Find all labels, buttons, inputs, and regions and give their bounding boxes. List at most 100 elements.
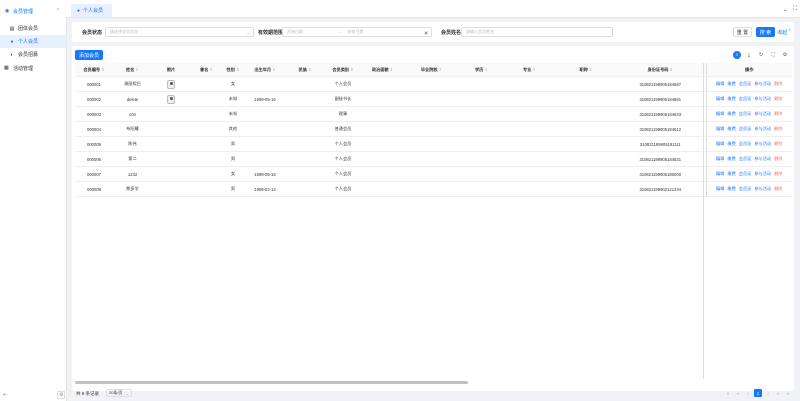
member-card-action-link[interactable]: 会员证 [739,126,752,131]
delete-action-link[interactable]: 删除 [774,186,782,191]
search-button[interactable]: 搜 索 [756,27,775,37]
fullscreen-icon[interactable]: ⛶ [769,51,777,59]
add-member-button[interactable]: 添加会员 [75,50,103,60]
sort-icon[interactable]: ⇕ [308,67,312,72]
join-activity-action-link[interactable]: 参与活动 [754,96,771,101]
column-header[interactable]: 专业⇕ [502,63,557,77]
join-activity-action-link[interactable]: 参与活动 [754,171,771,176]
sidebar-menu-activity-management[interactable]: ▦ 活动管理 [0,61,66,75]
status-select[interactable]: 请选择会员状态 ⌄ [105,27,254,37]
delete-action-link[interactable]: 删除 [774,171,782,176]
delete-action-link[interactable]: 删除 [774,96,782,101]
name-input[interactable]: 请输入会员姓名 [461,27,613,37]
sort-icon[interactable]: ⇕ [209,67,213,72]
sort-icon[interactable]: ⇕ [350,67,354,72]
sort-icon[interactable]: ⇕ [101,67,105,72]
sort-icon[interactable]: ⇕ [135,67,139,72]
edit-action-link[interactable]: 编辑 [716,96,724,101]
sidebar-item-group-member[interactable]: ▤ 团体会员 [0,22,66,35]
horizontal-scrollbar[interactable] [75,381,468,384]
fullscreen-icon[interactable]: ⛶ [790,4,800,14]
sort-icon[interactable]: ⇕ [484,67,488,72]
next-group-icon[interactable]: ›› [774,389,782,397]
collapse-button[interactable]: 收起 ⌃ [777,27,792,37]
column-header-label: 照片 [166,66,176,72]
prev-group-icon[interactable]: ‹‹ [734,389,742,397]
column-header[interactable]: 政治面貌⇕ [363,63,402,77]
join-activity-action-link[interactable]: 参与活动 [754,81,771,86]
pay-action-link[interactable]: 缴费 [727,96,735,101]
pay-action-link[interactable]: 缴费 [727,126,735,131]
sort-icon[interactable]: ⇕ [669,67,673,72]
page-current[interactable]: 1 [754,389,762,397]
settings-icon[interactable]: ⚙ [57,391,66,399]
delete-action-link[interactable]: 删除 [774,126,782,131]
edit-action-link[interactable]: 编辑 [716,141,724,146]
member-card-action-link[interactable]: 会员证 [739,186,752,191]
sort-icon[interactable]: ⇕ [390,67,394,72]
sort-icon[interactable]: ⇕ [236,67,240,72]
column-header[interactable]: 身份证号码⇕ [615,63,706,77]
join-activity-action-link[interactable]: 参与活动 [754,186,771,191]
join-activity-action-link[interactable]: 参与活动 [754,111,771,116]
delete-action-link[interactable]: 删除 [774,81,782,86]
sidebar-item-personal-member[interactable]: ● 个人会员 [0,35,66,48]
edit-action-link[interactable]: 编辑 [716,156,724,161]
reset-button[interactable]: 重 置 [733,27,752,37]
join-activity-action-link[interactable]: 参与活动 [754,126,771,131]
column-settings-icon[interactable]: ⚙ [781,51,789,59]
avatar[interactable] [167,79,175,89]
edit-action-link[interactable]: 编辑 [716,126,724,131]
pay-action-link[interactable]: 缴费 [727,156,735,161]
member-card-action-link[interactable]: 会员证 [739,156,752,161]
column-header[interactable]: 出生年月⇕ [243,63,287,77]
edit-action-link[interactable]: 编辑 [716,81,724,86]
member-card-action-link[interactable]: 会员证 [739,81,752,86]
sort-icon[interactable]: ⇕ [272,67,276,72]
pay-action-link[interactable]: 缴费 [727,81,735,86]
tab-personal-member[interactable]: ● 个人会员 [71,4,112,17]
chevron-down-icon[interactable]: ⌄ [780,4,790,14]
pay-action-link[interactable]: 缴费 [727,111,735,116]
join-activity-action-link[interactable]: 参与活动 [754,156,771,161]
edit-action-link[interactable]: 编辑 [716,186,724,191]
first-page-icon[interactable]: « [724,389,732,397]
column-header[interactable]: 性别⇕ [223,63,243,77]
member-card-action-link[interactable]: 会员证 [739,141,752,146]
member-card-action-link[interactable]: 会员证 [739,96,752,101]
edit-action-link[interactable]: 编辑 [716,171,724,176]
delete-action-link[interactable]: 删除 [774,156,782,161]
delete-action-link[interactable]: 删除 [774,111,782,116]
column-header[interactable]: 职称⇕ [557,63,615,77]
sort-icon[interactable]: ⇕ [589,67,593,72]
last-page-icon[interactable]: » [784,389,792,397]
export-icon[interactable]: ⤓ [745,51,753,59]
search-icon[interactable]: ⌕ [733,51,741,59]
avatar[interactable] [167,94,175,104]
pay-action-link[interactable]: 缴费 [727,141,735,146]
column-header[interactable]: 姓名⇕ [113,63,152,77]
page-size-select[interactable]: 20条/页 ⌄ [106,389,132,397]
column-header[interactable]: 会员编号⇕ [75,63,113,77]
column-header[interactable]: 学历⇕ [461,63,502,77]
sort-icon[interactable]: ⇕ [532,67,536,72]
collapse-sidebar-icon[interactable]: ⇤ [3,392,7,398]
column-header[interactable]: 会员类别⇕ [323,63,363,77]
member-card-action-link[interactable]: 会员证 [739,111,752,116]
sidebar-item-member-recruit[interactable]: ◐ 会员招募 [0,48,66,61]
prev-page-icon[interactable]: ‹ [744,389,752,397]
member-card-action-link[interactable]: 会员证 [739,171,752,176]
date-range-picker[interactable]: 开始日期 ~ 结束日期 ▣ [282,27,432,37]
column-header[interactable]: 毕业院校⇕ [402,63,461,77]
sidebar-menu-member-management[interactable]: ◉ 会员管理 ⌃ [0,0,66,22]
pay-action-link[interactable]: 缴费 [727,171,735,176]
delete-action-link[interactable]: 删除 [774,141,782,146]
join-activity-action-link[interactable]: 参与活动 [754,141,771,146]
refresh-icon[interactable]: ↻ [757,51,765,59]
pay-action-link[interactable]: 缴费 [727,186,735,191]
next-page-icon[interactable]: › [764,389,772,397]
sort-icon[interactable]: ⇕ [439,67,443,72]
column-header[interactable]: 曾名⇕ [190,63,223,77]
edit-action-link[interactable]: 编辑 [716,111,724,116]
column-header[interactable]: 民族⇕ [287,63,323,77]
